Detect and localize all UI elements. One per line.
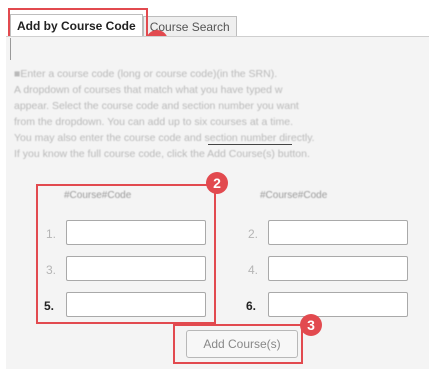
course-code-input-3[interactable] — [66, 256, 206, 281]
row-label-3: 3. — [46, 263, 57, 277]
instructions-line: from the dropdown. You can add up to six… — [14, 116, 293, 128]
row-label-4: 4. — [248, 263, 259, 277]
row-label-1: 1. — [46, 227, 57, 241]
instructions-line: appear. Select the course code and secti… — [14, 100, 299, 112]
course-code-input-1[interactable] — [66, 220, 206, 245]
course-code-input-2[interactable] — [268, 220, 408, 245]
course-code-input-5[interactable] — [66, 292, 206, 317]
course-code-input-4[interactable] — [268, 256, 408, 281]
row-label-2: 2. — [248, 227, 259, 241]
text-selection-marker — [208, 144, 292, 157]
instructions-line: A dropdown of courses that match what yo… — [14, 84, 283, 96]
add-courses-button[interactable]: Add Course(s) — [186, 330, 298, 358]
tab-bar: Add by Course Code Course Search — [10, 10, 237, 36]
left-column-header: #Course#Code — [64, 190, 132, 201]
tab-add-by-course-code[interactable]: Add by Course Code — [10, 14, 143, 36]
course-code-input-6[interactable] — [268, 292, 408, 317]
right-column-header: #Course#Code — [260, 190, 328, 201]
row-label-6: 6. — [246, 299, 257, 313]
row-label-5: 5. — [44, 299, 55, 313]
callout-badge-2: 2 — [206, 172, 228, 194]
instructions-line: ■Enter a course code (long or course cod… — [14, 68, 278, 80]
callout-badge-3: 3 — [300, 314, 322, 336]
left-rule — [10, 38, 11, 60]
